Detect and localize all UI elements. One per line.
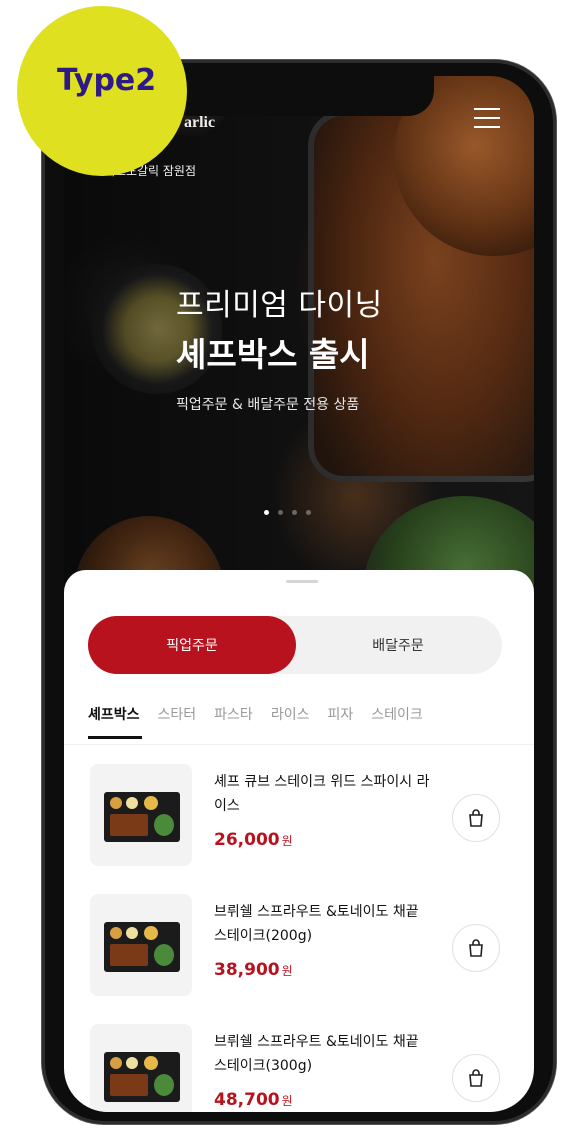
menu-item-price: 38,900 원 [214, 960, 293, 980]
order-type-toggle: 픽업주문 배달주문 [88, 616, 502, 674]
menu-sheet: 픽업주문 배달주문 셰프박스 스타터 파스타 라이스 피자 스테이크 셰프 큐브… [64, 570, 534, 1112]
add-to-cart-button[interactable] [452, 924, 500, 972]
brand-logo: arlic [184, 114, 216, 131]
hero-text: 프리미엄 다이닝 셰프박스 출시 픽업주문 & 배달주문 전용 상품 [176, 280, 383, 414]
tab-steak[interactable]: 스테이크 [371, 704, 423, 744]
add-to-cart-button[interactable] [452, 1054, 500, 1102]
hero-title-line2: 셰프박스 출시 [176, 335, 370, 374]
carousel-dot[interactable] [306, 510, 311, 515]
menu-item[interactable]: 브뤼쉘 스프라우트 &토네이도 채끝 스테이크(300g) 48,700 원 [64, 1020, 534, 1112]
carousel-indicator[interactable] [264, 510, 311, 515]
delivery-order-button[interactable]: 배달주문 [294, 616, 502, 674]
menu-item-name: 브뤼쉘 스프라우트 &토네이도 채끝 스테이크(300g) [214, 1034, 419, 1074]
app-screen: arlic ▾ 세프포갈릭 잠원점 프리미엄 다이닝 셰프박스 출시 픽업주문 … [64, 76, 534, 1112]
tab-starter[interactable]: 스타터 [158, 704, 197, 744]
hamburger-menu-icon[interactable] [474, 108, 500, 130]
carousel-dot[interactable] [292, 510, 297, 515]
menu-item[interactable]: 브뤼쉘 스프라우트 &토네이도 채끝 스테이크(200g) 38,900 원 [64, 890, 534, 1020]
type-badge: Type2 [17, 6, 187, 176]
tab-chef-box[interactable]: 셰프박스 [88, 704, 142, 744]
menu-item-image [90, 894, 192, 996]
tab-pasta[interactable]: 파스타 [214, 704, 253, 744]
hero-title-line1: 프리미엄 다이닝 [176, 288, 383, 323]
shopping-bag-icon [469, 939, 483, 957]
menu-item-image [90, 1024, 192, 1112]
add-to-cart-button[interactable] [452, 794, 500, 842]
tab-pizza[interactable]: 피자 [327, 704, 353, 744]
menu-item-price: 48,700 원 [214, 1090, 293, 1110]
menu-item-image [90, 764, 192, 866]
pickup-order-button[interactable]: 픽업주문 [88, 616, 296, 674]
type-badge-label: Type2 [57, 63, 157, 98]
tab-rice[interactable]: 라이스 [271, 704, 310, 744]
menu-list: 셰프 큐브 스테이크 위드 스파이시 라이스 26,000 원 브뤼쉘 스프라우트… [64, 760, 534, 1112]
tab-divider [64, 744, 534, 745]
menu-item-name: 셰프 큐브 스테이크 위드 스파이시 라이스 [214, 774, 430, 814]
category-tabs: 셰프박스 스타터 파스타 라이스 피자 스테이크 [88, 704, 518, 744]
shopping-bag-icon [469, 809, 483, 827]
carousel-dot[interactable] [264, 510, 269, 515]
hero-subtitle: 픽업주문 & 배달주문 전용 상품 [176, 397, 360, 413]
phone-notch [164, 76, 434, 116]
menu-item-price: 26,000 원 [214, 830, 293, 850]
carousel-dot[interactable] [278, 510, 283, 515]
menu-item[interactable]: 셰프 큐브 스테이크 위드 스파이시 라이스 26,000 원 [64, 760, 534, 890]
sheet-drag-handle[interactable] [286, 580, 318, 583]
menu-item-name: 브뤼쉘 스프라우트 &토네이도 채끝 스테이크(200g) [214, 904, 419, 944]
shopping-bag-icon [469, 1069, 483, 1087]
